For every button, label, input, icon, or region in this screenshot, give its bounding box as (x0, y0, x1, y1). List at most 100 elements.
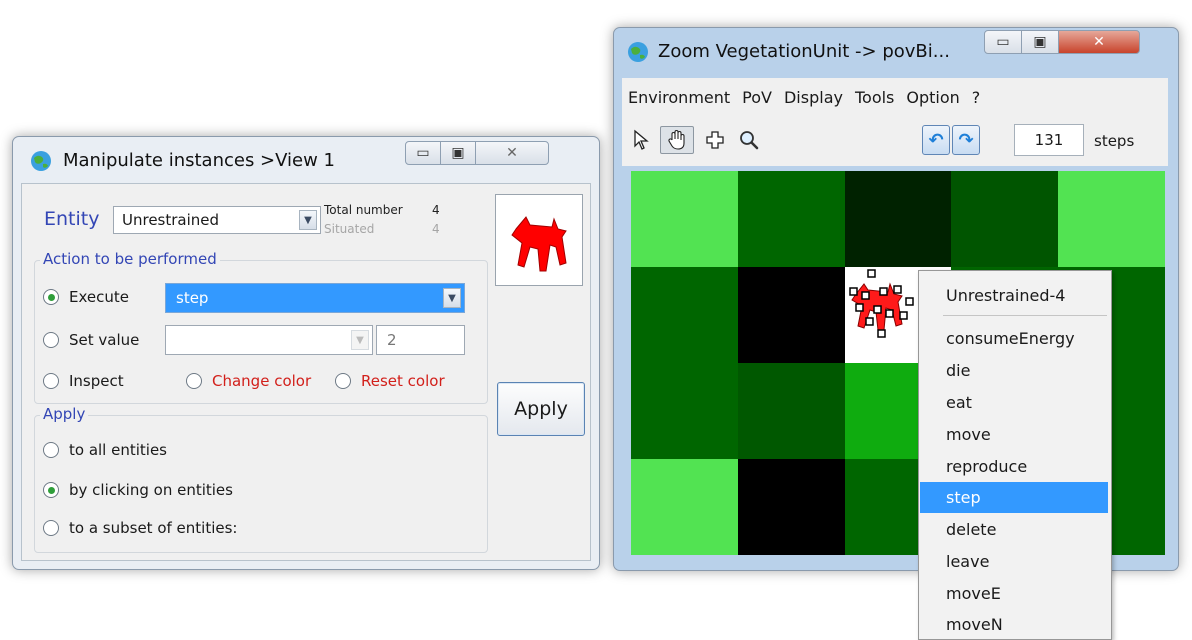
menu-separator (943, 315, 1107, 316)
minimize-button[interactable]: ▭ (405, 141, 441, 165)
menu-display[interactable]: Display (778, 88, 849, 107)
minimize-icon: ▭ (416, 145, 430, 161)
maximize-icon: ▣ (451, 145, 465, 161)
apply-button[interactable]: Apply (497, 382, 585, 436)
entity-shape-icon (511, 216, 567, 272)
radio-dot[interactable] (43, 373, 59, 389)
steps-label: steps (1094, 132, 1135, 150)
hand-icon (668, 130, 685, 150)
radio-dot[interactable] (43, 482, 59, 498)
entity-select-value: Unrestrained (122, 211, 220, 229)
menu-item-reproduce[interactable]: reproduce (920, 451, 1108, 482)
total-number-label: Total number (324, 203, 403, 217)
entity-select[interactable]: Unrestrained ▼ (113, 206, 321, 234)
menu-item-consume-energy[interactable]: consumeEnergy (920, 323, 1108, 354)
radio-dot[interactable] (43, 520, 59, 536)
execute-radio[interactable]: Execute (43, 288, 129, 306)
grid-cell[interactable] (737, 267, 845, 363)
apply-subset-label: to a subset of entities: (69, 519, 238, 537)
menu-item-move-e[interactable]: moveE (920, 578, 1108, 609)
grid-cell[interactable] (631, 459, 738, 555)
context-menu: Unrestrained-4 consumeEnergy die eat mov… (918, 270, 1112, 640)
title-bar[interactable]: Zoom VegetationUnit -> povBi... ▭ ▣ ✕ (614, 28, 1178, 74)
close-button[interactable]: ✕ (1058, 30, 1140, 54)
menu-item-step[interactable]: step (920, 482, 1108, 513)
close-icon: ✕ (506, 145, 518, 161)
pan-tool[interactable] (660, 126, 694, 154)
set-value-label: Set value (69, 331, 140, 349)
grid-cell[interactable] (737, 459, 845, 555)
menu-item-die[interactable]: die (920, 355, 1108, 386)
entity-preview (495, 194, 583, 286)
radio-dot[interactable] (43, 442, 59, 458)
set-value-number-input[interactable]: 2 (376, 325, 465, 355)
magnifier-icon (740, 131, 759, 150)
apply-click-radio[interactable]: by clicking on entities (43, 481, 233, 499)
apply-click-label: by clicking on entities (69, 481, 233, 499)
menu-environment[interactable]: Environment (622, 88, 736, 107)
grid-cell[interactable] (737, 171, 845, 267)
execute-action-select[interactable]: step ▼ (165, 283, 465, 313)
globe-icon (31, 151, 51, 171)
grid-cell[interactable] (844, 171, 952, 267)
move-tool[interactable] (702, 126, 728, 154)
pointer-tool[interactable] (628, 126, 654, 154)
apply-all-label: to all entities (69, 441, 167, 459)
minimize-button[interactable]: ▭ (984, 30, 1022, 54)
globe-icon (628, 42, 648, 62)
entity-label: Entity (44, 208, 100, 230)
maximize-button[interactable]: ▣ (1021, 30, 1059, 54)
execute-label: Execute (69, 288, 129, 306)
plus-cross-icon (706, 131, 724, 149)
change-color-radio[interactable]: Change color (186, 372, 311, 390)
title-bar[interactable]: Manipulate instances >View 1 ▭ ▣ ✕ (13, 137, 599, 183)
window-controls: ▭ ▣ ✕ (984, 30, 1140, 54)
menu-pov[interactable]: PoV (736, 88, 778, 107)
apply-group-label: Apply (40, 405, 89, 423)
window-controls: ▭ ▣ ✕ (405, 141, 549, 165)
set-value-select[interactable]: ▼ (165, 325, 373, 355)
maximize-button[interactable]: ▣ (440, 141, 476, 165)
menu-tools[interactable]: Tools (849, 88, 900, 107)
menu-item-delete[interactable]: delete (920, 514, 1108, 545)
menu-item-move[interactable]: move (920, 419, 1108, 450)
grid-cell[interactable] (631, 171, 738, 267)
steps-counter: 131 (1014, 124, 1084, 156)
window-title: Zoom VegetationUnit -> povBi... (658, 41, 950, 62)
reset-color-radio[interactable]: Reset color (335, 372, 445, 390)
zoom-tool[interactable] (736, 126, 762, 154)
menu-item-eat[interactable]: eat (920, 387, 1108, 418)
inspect-label: Inspect (69, 372, 124, 390)
menu-item-leave[interactable]: leave (920, 546, 1108, 577)
chevron-down-icon[interactable]: ▼ (299, 210, 317, 230)
apply-subset-radio[interactable]: to a subset of entities: (43, 519, 237, 537)
set-value-radio[interactable]: Set value (43, 331, 139, 349)
chevron-down-icon[interactable]: ▼ (443, 288, 461, 308)
radio-dot[interactable] (186, 373, 202, 389)
minimize-icon: ▭ (996, 34, 1010, 50)
radio-dot[interactable] (43, 332, 59, 348)
apply-all-radio[interactable]: to all entities (43, 441, 167, 459)
grid-cell[interactable] (951, 171, 1059, 267)
grid-cell[interactable] (631, 363, 738, 459)
inspect-radio[interactable]: Inspect (43, 372, 124, 390)
execute-action-value: step (176, 289, 209, 307)
grid-cell[interactable] (737, 363, 845, 459)
situated-label: Situated (324, 222, 375, 236)
menu-bar: Environment PoV Display Tools Option ? (622, 78, 1168, 116)
grid-cell[interactable] (1058, 171, 1165, 267)
step-forward-button[interactable]: ↷ (952, 125, 980, 155)
radio-dot[interactable] (43, 289, 59, 305)
menu-item-move-n[interactable]: moveN (920, 609, 1108, 640)
radio-dot[interactable] (335, 373, 351, 389)
grid-cell[interactable] (631, 267, 738, 363)
manipulate-panel: Entity Unrestrained ▼ Total number 4 Sit… (21, 183, 591, 561)
close-button[interactable]: ✕ (475, 141, 549, 165)
step-back-button[interactable]: ↶ (922, 125, 950, 155)
agent-cluster[interactable] (846, 268, 926, 346)
menu-help[interactable]: ? (966, 88, 987, 107)
window-title: Manipulate instances >View 1 (63, 150, 336, 171)
manipulate-instances-window: Manipulate instances >View 1 ▭ ▣ ✕ Entit… (12, 136, 600, 570)
menu-option[interactable]: Option (900, 88, 965, 107)
chevron-down-icon[interactable]: ▼ (351, 330, 369, 350)
